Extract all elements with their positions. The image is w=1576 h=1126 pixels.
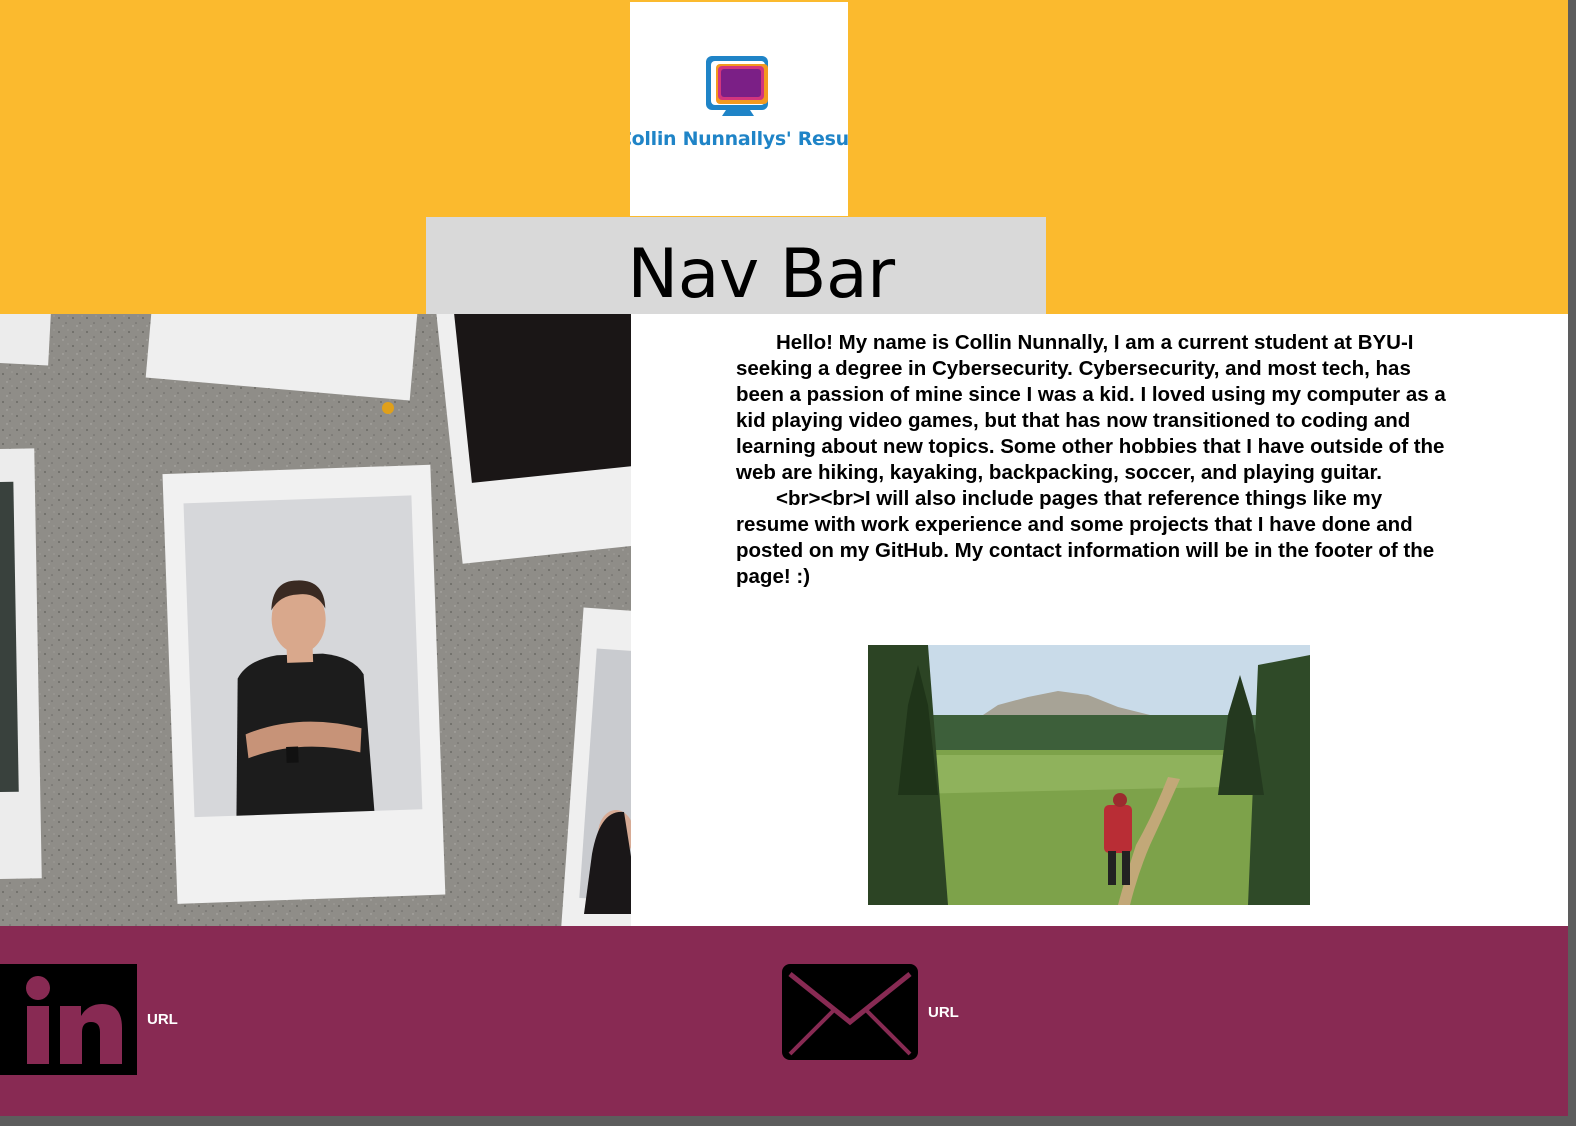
- site-header: Collin Nunnallys' Resume Nav Bar: [0, 0, 1568, 314]
- polaroid-photos-image: [0, 314, 631, 926]
- site-footer: URL URL: [0, 926, 1568, 1116]
- bio-paragraph-2: <br><br>I will also include pages that r…: [736, 487, 1435, 588]
- envelope-icon: [782, 964, 918, 1060]
- email-url-label: URL: [928, 1003, 959, 1021]
- about-section: Hello! My name is Collin Nunnally, I am …: [631, 314, 1568, 926]
- bio-paragraph-1: Hello! My name is Collin Nunnally, I am …: [736, 331, 1446, 484]
- logo-text: Collin Nunnallys' Resume: [630, 128, 848, 150]
- nav-bar-title: Nav Bar: [627, 235, 895, 314]
- linkedin-url-label: URL: [147, 1011, 178, 1028]
- page: Collin Nunnallys' Resume Nav Bar: [0, 0, 1568, 1116]
- nav-bar[interactable]: Nav Bar: [426, 217, 1046, 314]
- hiking-photo-image: [868, 645, 1310, 905]
- linkedin-icon: [0, 964, 137, 1075]
- monitor-logo-icon: [706, 56, 768, 116]
- hiking-photo: [868, 645, 1310, 905]
- bio-text: Hello! My name is Collin Nunnally, I am …: [736, 330, 1448, 590]
- linkedin-link[interactable]: URL: [0, 964, 178, 1075]
- polaroid-photo-collage: [0, 314, 631, 926]
- site-logo[interactable]: Collin Nunnallys' Resume: [630, 2, 848, 216]
- email-link[interactable]: URL: [782, 964, 959, 1060]
